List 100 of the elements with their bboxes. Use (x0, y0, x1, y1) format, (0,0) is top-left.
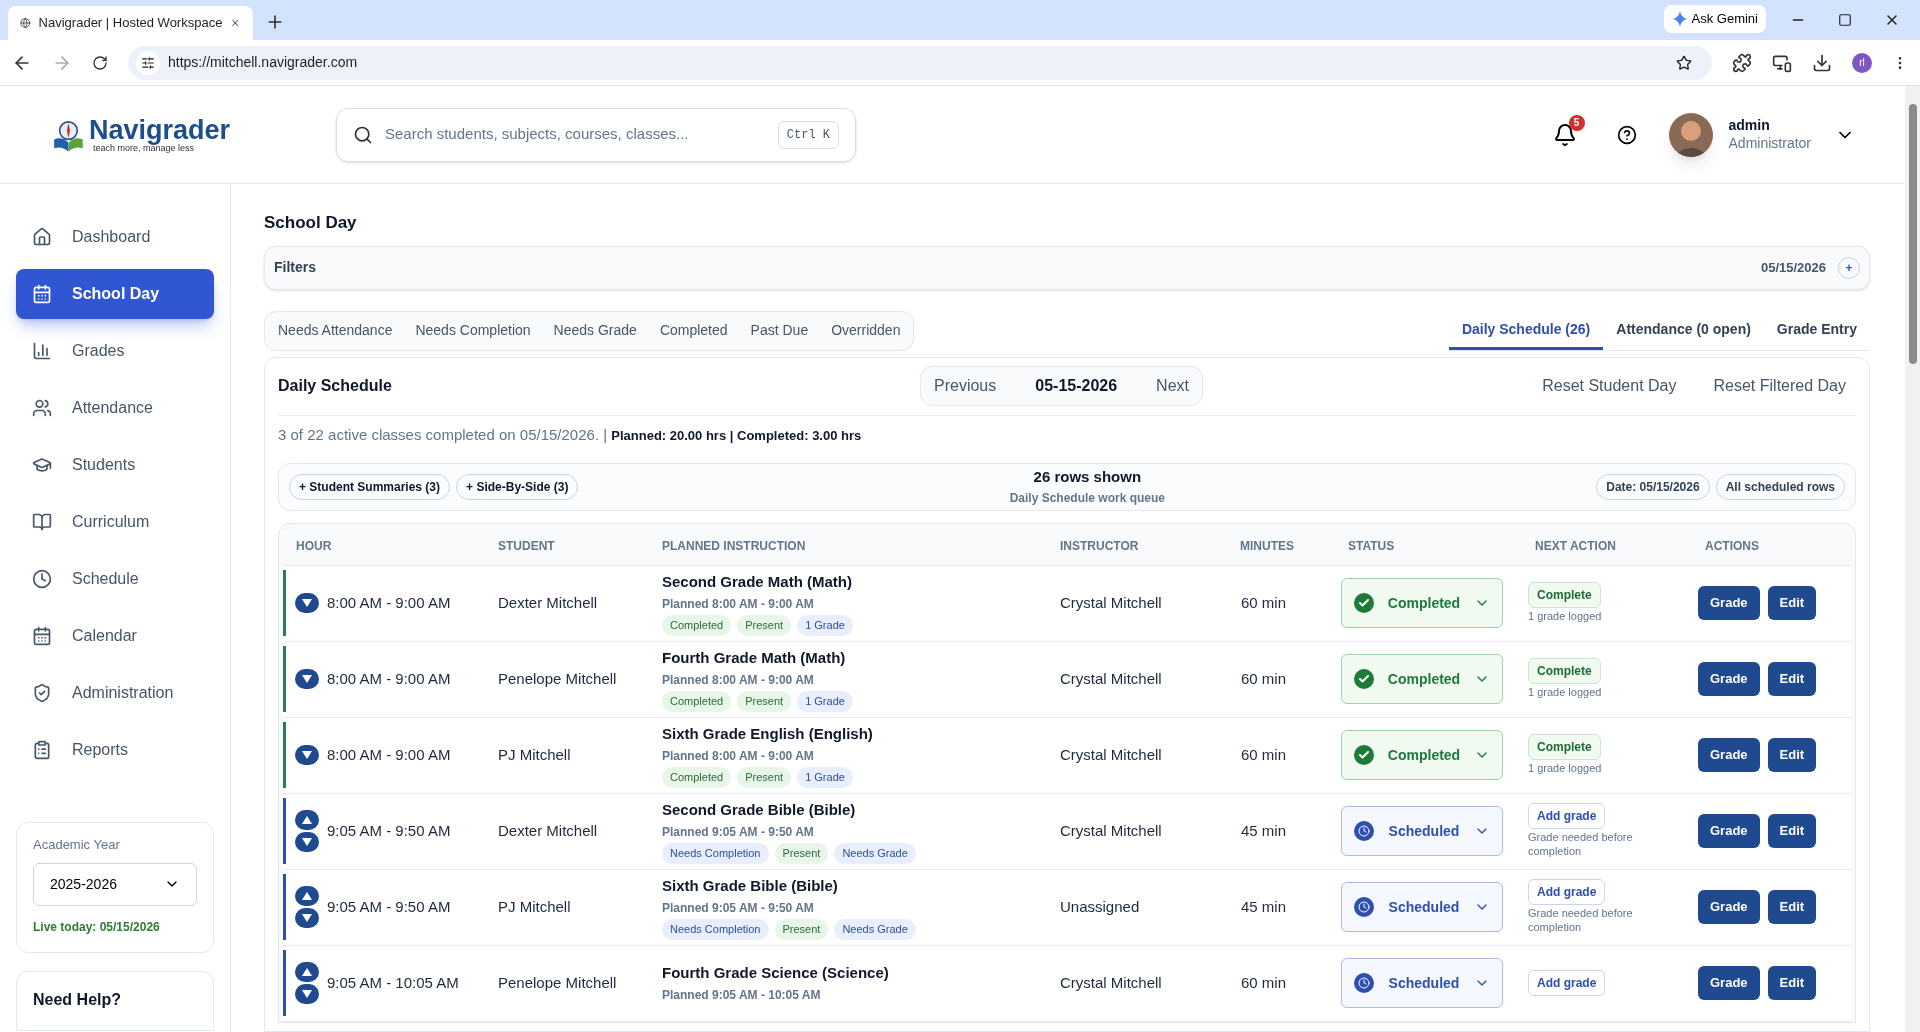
status-tag: Completed (662, 691, 732, 712)
quick-filter[interactable]: Completed (659, 320, 728, 341)
course-title: Second Grade Math (Math) (662, 571, 853, 592)
next-action-button[interactable]: Complete (1528, 734, 1601, 761)
row-action-button[interactable]: Edit (1767, 814, 1817, 848)
maximize-icon[interactable] (1838, 13, 1852, 27)
quick-filter[interactable]: Needs Completion (415, 320, 531, 341)
status-select[interactable]: Completed (1341, 730, 1503, 780)
triangle-up-icon (302, 816, 312, 824)
next-action-note: 1 grade logged (1528, 762, 1603, 776)
move-down-button[interactable] (295, 908, 319, 928)
tab-title: Navigrader | Hosted Workspace (38, 14, 223, 33)
move-down-button[interactable] (295, 745, 319, 765)
hour-cell-text: 8:00 AM - 9:00 AM (327, 592, 451, 613)
row-action-button[interactable]: Edit (1767, 890, 1817, 924)
move-down-button[interactable] (295, 832, 319, 852)
status-select[interactable]: Completed (1341, 654, 1503, 704)
address-bar[interactable]: https://mitchell.navigrader.com (128, 45, 1712, 80)
row-action-button[interactable]: Grade (1698, 662, 1760, 696)
extensions-icon[interactable] (1732, 52, 1752, 73)
quick-filter[interactable]: Needs Grade (553, 320, 637, 341)
rows-shown: 26 rows shown (1033, 467, 1142, 488)
browser-tab[interactable]: Navigrader | Hosted Workspace (8, 6, 253, 40)
next-action-button[interactable]: Complete (1528, 658, 1601, 685)
next-day-button[interactable]: Next (1156, 374, 1189, 398)
reset-button[interactable]: Reset Student Day (1542, 374, 1677, 398)
status-select[interactable]: Completed (1341, 578, 1503, 628)
instructor-cell-text: Crystal Mitchell (1059, 744, 1163, 765)
minutes-cell-text: 60 min (1240, 744, 1288, 765)
reset-button[interactable]: Reset Filtered Day (1713, 374, 1846, 398)
hour-cell-text: 8:00 AM - 9:00 AM (327, 668, 451, 689)
completion-summary: 3 of 22 active classes completed on 05/15/2026. | Planned: 20.00 hrs | Completed: 3.00 hrs (278, 425, 862, 446)
search-input[interactable]: Search students, subjects, courses, classes... (385, 123, 766, 146)
sidebar-item[interactable]: Schedule (16, 554, 214, 604)
move-up-button[interactable] (295, 810, 319, 830)
reload-icon[interactable] (92, 54, 108, 71)
sidebar-item[interactable]: Calendar (16, 611, 214, 661)
shortcut-hint: Ctrl K (777, 120, 839, 149)
instructor-cell-text: Unassigned (1059, 896, 1141, 917)
quick-filter[interactable]: Overridden (831, 320, 901, 341)
search-icon (353, 124, 373, 145)
row-action-button[interactable]: Grade (1698, 586, 1760, 620)
status-select[interactable]: Scheduled (1341, 806, 1503, 856)
course-title: Fourth Grade Math (Math) (662, 647, 847, 668)
sidebar-item[interactable]: Students (16, 440, 214, 490)
download-icon[interactable] (1812, 52, 1832, 73)
move-down-button[interactable] (295, 669, 319, 689)
sidebar-item[interactable]: Attendance (16, 383, 214, 433)
next-action-button[interactable]: Add grade (1528, 879, 1606, 906)
profile-avatar[interactable]: rl (1852, 52, 1872, 73)
clipboard-icon (32, 740, 52, 760)
scrollbar[interactable] (1905, 86, 1920, 1032)
row-action-button[interactable]: Grade (1698, 966, 1760, 1000)
move-down-button[interactable] (295, 984, 319, 1004)
view-tab[interactable]: Daily Schedule (26) (1448, 311, 1604, 350)
row-action-button[interactable]: Edit (1767, 662, 1817, 696)
quick-filter[interactable]: Needs Attendance (278, 320, 393, 341)
url-text: https://mitchell.navigrader.com (168, 53, 358, 72)
sidebar-item[interactable]: Reports (16, 725, 214, 775)
move-down-button[interactable] (295, 593, 319, 613)
sidebar-item[interactable]: Dashboard (16, 212, 214, 262)
bookmark-star-icon[interactable] (1676, 54, 1692, 71)
academic-year-select[interactable]: 2025-2026 (33, 862, 197, 906)
status-bar (283, 950, 286, 1016)
quick-filter[interactable]: Past Due (750, 320, 809, 341)
sidebar-item[interactable]: Administration (16, 668, 214, 718)
row-action-button[interactable]: Edit (1767, 966, 1817, 1000)
next-action-button[interactable]: Complete (1528, 582, 1601, 609)
row-action-button[interactable]: Grade (1698, 890, 1760, 924)
minutes-cell-text: 45 min (1240, 820, 1288, 841)
view-tab[interactable]: Attendance (0 open) (1603, 311, 1764, 350)
minutes-cell-text: 60 min (1240, 592, 1288, 613)
minutes-cell-text: 60 min (1240, 972, 1288, 993)
view-tab[interactable]: Grade Entry (1763, 311, 1870, 350)
next-action-button[interactable]: Add grade (1528, 970, 1606, 996)
move-up-button[interactable] (295, 962, 319, 982)
sidebar-item[interactable]: School Day (16, 269, 214, 319)
sidebar-item[interactable]: Grades (16, 326, 214, 376)
site-settings-icon[interactable] (136, 50, 160, 75)
move-up-button[interactable] (295, 886, 319, 906)
row-action-button[interactable]: Edit (1767, 586, 1817, 620)
sidebar-item[interactable]: Curriculum (16, 497, 214, 547)
row-action-button[interactable]: Edit (1767, 738, 1817, 772)
search-field[interactable]: Search students, subjects, courses, classes... Ctrl K (336, 107, 856, 162)
planned-time: Planned 9:05 AM - 9:50 AM (662, 900, 815, 917)
ask-gemini-button[interactable]: Ask Gemini (1663, 5, 1766, 33)
schedule-title: Daily Schedule (278, 376, 393, 396)
row-action-button[interactable]: Grade (1698, 738, 1760, 772)
column-header: ACTIONS (1704, 538, 1760, 555)
users-icon (32, 398, 52, 418)
course-title: Second Grade Bible (Bible) (662, 799, 857, 820)
user-role: Administrator (1728, 134, 1811, 152)
previous-day-button[interactable]: Previous (934, 374, 997, 398)
status-select[interactable]: Scheduled (1341, 882, 1503, 932)
status-select[interactable]: Scheduled (1341, 958, 1503, 1008)
brand-name: Navigrader (88, 116, 230, 144)
help-icon[interactable] (1616, 124, 1637, 145)
row-action-button[interactable]: Grade (1698, 814, 1760, 848)
status-bar (283, 570, 286, 636)
next-action-button[interactable]: Add grade (1528, 803, 1606, 830)
